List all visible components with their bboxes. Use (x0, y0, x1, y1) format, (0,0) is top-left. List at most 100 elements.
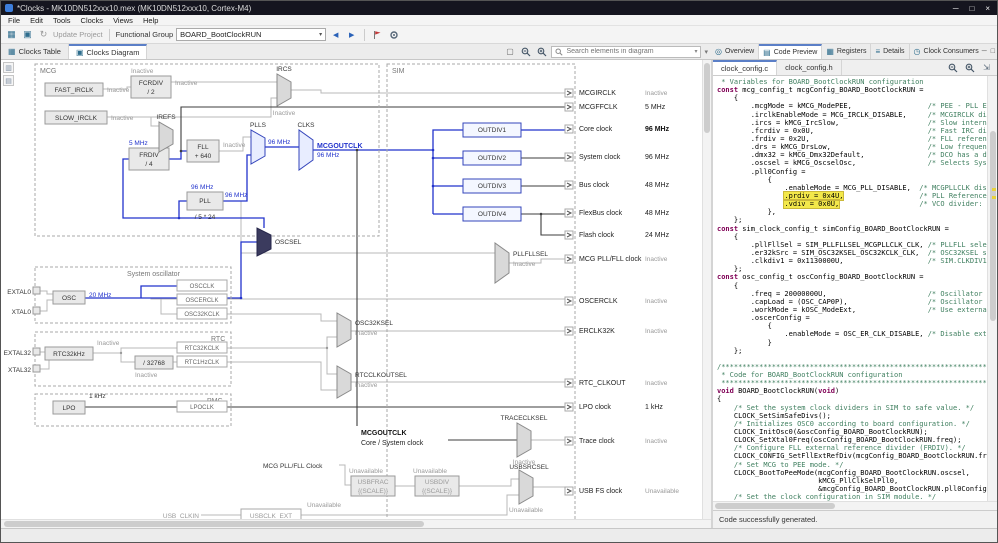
tab-clocks-diagram[interactable]: ▣ Clocks Diagram (68, 44, 148, 59)
code-zoom-in-icon[interactable] (963, 61, 976, 74)
maximize-view-icon[interactable]: □ (991, 48, 995, 55)
diagram-properties-icon[interactable]: ▤ (3, 75, 14, 86)
search-input[interactable] (566, 48, 692, 55)
output-mcgirclk[interactable]: MCGIRCLK Inactive (564, 88, 668, 98)
mux-usbsrcsel[interactable]: USBSRCSEL Unavailable (509, 464, 549, 514)
block-lpo[interactable]: LPO (52, 400, 86, 415)
settings-gear-icon[interactable] (387, 28, 400, 41)
code-horizontal-scrollbar[interactable] (713, 501, 997, 510)
diagram-vertical-scrollbar[interactable] (702, 60, 711, 519)
diagram-search[interactable]: ▾ (551, 45, 702, 58)
flag-icon[interactable] (371, 28, 384, 41)
scrollbar-thumb[interactable] (704, 63, 710, 133)
output-system-clock[interactable]: System clock 96 MHz (564, 152, 670, 162)
minimize-view-icon[interactable]: ─ (982, 48, 987, 55)
output-flexbus-clock[interactable]: FlexBus clock 48 MHz (564, 208, 670, 218)
update-project-icon[interactable]: ↻ (37, 28, 50, 41)
pin-xtal32[interactable]: XTAL32 (8, 364, 41, 374)
block-frdiv[interactable]: FRDIV / 4 (128, 147, 170, 171)
port-oscclk[interactable]: OSCCLK (176, 279, 228, 292)
menu-file[interactable]: File (3, 16, 25, 25)
port-oscerclk[interactable]: OSCERCLK (176, 293, 228, 306)
functional-group-select[interactable]: BOARD_BootClockRUN ▾ (176, 28, 327, 41)
block-fast-irclk[interactable]: FAST_IRCLK (44, 82, 104, 97)
clocks-diagram-tool-icon[interactable]: ▣ (21, 28, 34, 41)
annotation-marker[interactable] (992, 188, 996, 191)
code-editor[interactable]: * Variables for BOARD_BootClockRUN confi… (713, 76, 997, 501)
output-core-clock[interactable]: Core clock 96 MHz (564, 124, 670, 134)
output-rtc-clkout[interactable]: RTC_CLKOUT Inactive (564, 378, 668, 388)
zoom-out-icon[interactable] (519, 45, 532, 58)
output-mcg-pllfll-clock[interactable]: MCG PLL/FLL clock Inactive (564, 254, 668, 264)
output-oscerclk[interactable]: OSCERCLK Inactive (564, 296, 668, 306)
port-rtc32kclk[interactable]: RTC32KCLK (176, 341, 228, 354)
block-fll[interactable]: FLL + 640 (186, 139, 220, 163)
block-usbclk-ext[interactable]: USBCLK_EXT (240, 508, 302, 519)
scrollbar-thumb[interactable] (715, 503, 835, 509)
tab-clocks-table[interactable]: ▦ Clocks Table (1, 44, 69, 59)
output-bus-clock[interactable]: Bus clock 48 MHz (564, 180, 670, 190)
tab-clock-consumers[interactable]: ◷ Clock Consumers (909, 44, 984, 59)
close-window-button[interactable]: × (985, 4, 990, 13)
diagram-horizontal-scrollbar[interactable] (1, 519, 711, 528)
mux-irefs[interactable]: IREFS (156, 114, 176, 153)
output-flash-clock[interactable]: Flash clock 24 MHz (564, 230, 670, 240)
output-usb-fs-clock[interactable]: USB FS clock Unavailable (564, 486, 679, 496)
menu-views[interactable]: Views (108, 16, 138, 25)
output-erclk32k[interactable]: ERCLK32K Inactive (564, 326, 668, 336)
block-outdiv1[interactable]: OUTDIV1 (462, 122, 522, 138)
fit-to-view-icon[interactable]: ▢ (503, 45, 516, 58)
tab-details[interactable]: ≡ Details (871, 44, 910, 59)
previous-group-button[interactable]: ◀ (329, 28, 342, 41)
code-lines[interactable]: * Variables for BOARD_BootClockRUN confi… (713, 76, 987, 501)
tab-clock-config-h[interactable]: clock_config.h (777, 60, 842, 75)
block-fcrdiv[interactable]: FCRDIV / 2 (130, 75, 172, 99)
block-outdiv2[interactable]: OUTDIV2 (462, 150, 522, 166)
block-pll[interactable]: PLL / 5 * 24 (186, 191, 224, 221)
diagram-overview-icon[interactable]: ▥ (3, 62, 14, 73)
minimize-window-button[interactable]: ─ (953, 4, 959, 13)
block-slow-irclk[interactable]: SLOW_IRCLK (44, 110, 108, 125)
output-mcgffclk[interactable]: MCGFFCLK 5 MHz (564, 102, 666, 112)
menu-clocks[interactable]: Clocks (76, 16, 109, 25)
mux-osc32ksel[interactable]: OSC32KSEL Inactive (336, 312, 393, 348)
block-osc[interactable]: OSC (52, 290, 86, 305)
block-rtc-divider[interactable]: / 32768 (134, 355, 174, 370)
output-lpo-clock[interactable]: LPO clock 1 kHz (564, 402, 663, 412)
tab-overview[interactable]: ◎ Overview (711, 44, 760, 59)
clocks-table-tool-icon[interactable]: ▦ (5, 28, 18, 41)
annotation-marker[interactable] (992, 196, 996, 199)
mux-oscsel[interactable]: OSCSEL (256, 227, 302, 257)
search-chevron-icon[interactable]: ▾ (694, 48, 697, 55)
block-outdiv4[interactable]: OUTDIV4 (462, 206, 522, 222)
export-code-icon[interactable]: ⇲ (980, 61, 993, 74)
port-osc32kclk[interactable]: OSC32KCLK (176, 307, 228, 320)
port-rtc1hzclk[interactable]: RTC1HzCLK (176, 355, 228, 368)
tab-registers[interactable]: ▦ Registers (822, 44, 872, 59)
block-usbdiv[interactable]: USBDIV {(SCALE)} (414, 475, 460, 497)
code-vertical-scrollbar[interactable] (987, 76, 997, 501)
next-group-button[interactable]: ▶ (345, 28, 358, 41)
collapse-toolbar-icon[interactable]: ▾ (704, 48, 708, 56)
menu-edit[interactable]: Edit (25, 16, 48, 25)
output-trace-clock[interactable]: Trace clock Inactive (564, 436, 668, 446)
mux-plls[interactable]: PLLS 96 MHz (250, 122, 290, 165)
block-usbfrac[interactable]: USBFRAC {(SCALE)} (350, 475, 396, 497)
port-lpoclk[interactable]: LPOCLK (176, 400, 228, 413)
menu-help[interactable]: Help (138, 16, 163, 25)
clocks-diagram-canvas[interactable]: MCG SIM System oscillator RTC FAST_IRCLK… (1, 60, 701, 519)
pin-xtal0[interactable]: XTAL0 (12, 306, 41, 316)
tab-code-preview[interactable]: ▤ Code Preview (759, 44, 823, 59)
menu-tools[interactable]: Tools (48, 16, 76, 25)
tab-clock-config-c[interactable]: clock_config.c (713, 60, 778, 75)
scrollbar-thumb[interactable] (4, 521, 424, 527)
mux-ircs[interactable]: IRCS Inactive (273, 66, 296, 117)
mux-clks[interactable]: CLKS (298, 122, 316, 171)
update-project-button[interactable]: Update Project (53, 30, 103, 39)
maximize-window-button[interactable]: □ (969, 4, 974, 13)
block-rtc-osc[interactable]: RTC32kHz (44, 346, 94, 361)
block-outdiv3[interactable]: OUTDIV3 (462, 178, 522, 194)
zoom-in-icon[interactable] (535, 45, 548, 58)
scrollbar-thumb[interactable] (990, 131, 996, 321)
code-zoom-out-icon[interactable] (946, 61, 959, 74)
